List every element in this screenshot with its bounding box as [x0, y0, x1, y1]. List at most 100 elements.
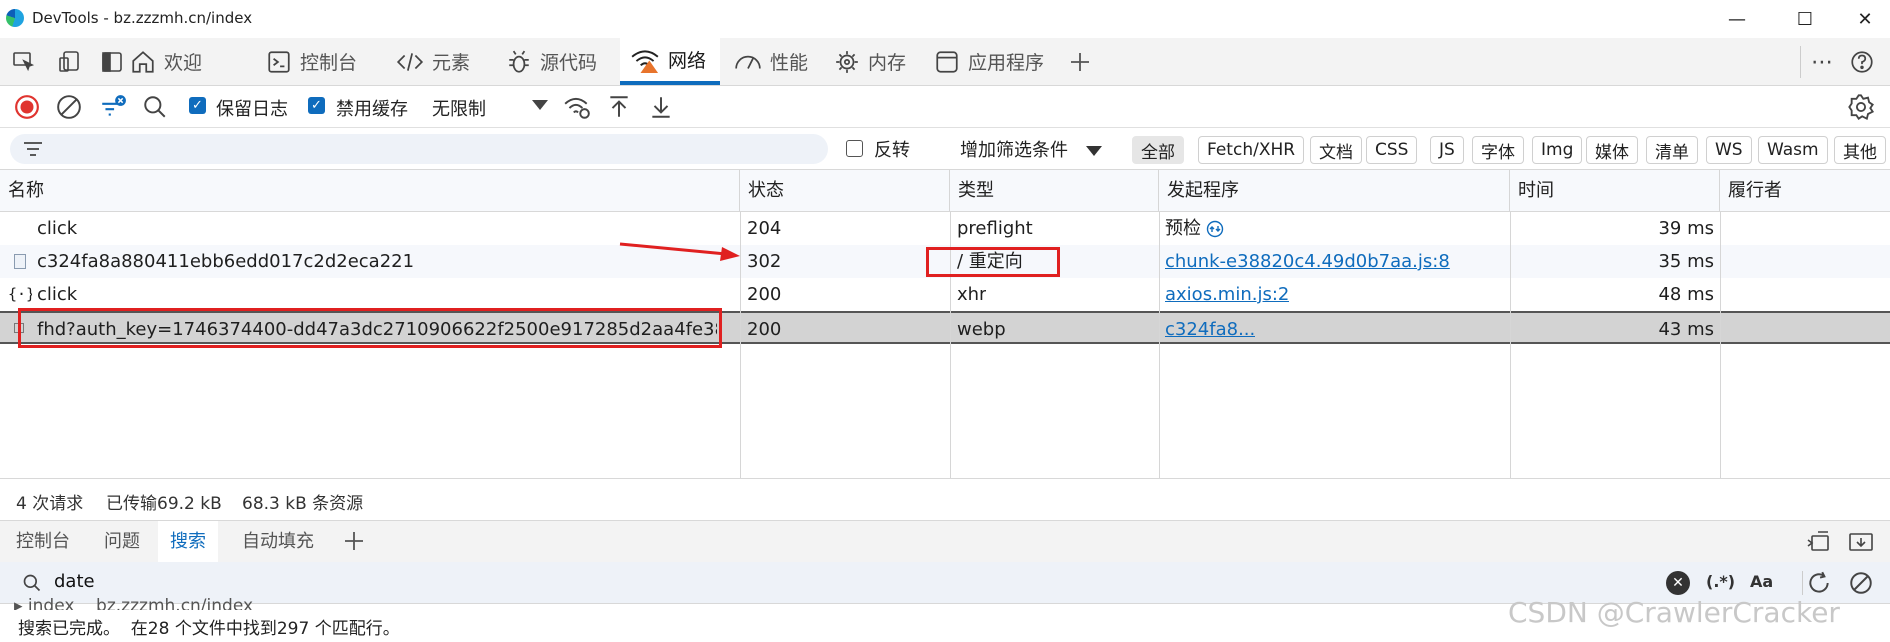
minimize-button[interactable]: —	[1712, 0, 1762, 38]
column-header-time[interactable]: 时间	[1510, 170, 1720, 211]
request-initiator-link[interactable]: axios.min.js:2	[1165, 278, 1289, 311]
drawer-tab-issues[interactable]: 问题	[92, 521, 152, 562]
search-status-text: 搜索已完成。 在28 个文件中找到297 个匹配行。	[18, 619, 400, 639]
more-options-icon[interactable]: ⋯	[1808, 48, 1836, 76]
type-pill-ws[interactable]: WS	[1706, 136, 1752, 164]
request-name: click	[37, 284, 78, 305]
record-icon[interactable]	[12, 92, 42, 122]
tab-sources[interactable]: 源代码	[496, 38, 607, 85]
throttle-select[interactable]: 无限制	[432, 95, 486, 121]
table-row[interactable]: click 204 preflight 预检 39 ms	[0, 212, 1890, 245]
search-input[interactable]: date	[54, 571, 95, 592]
add-filter-dropdown[interactable]: 增加筛选条件	[960, 136, 1068, 162]
tab-label: 应用程序	[968, 52, 1045, 74]
clear-results-icon[interactable]	[1848, 570, 1874, 600]
request-initiator-link[interactable]: chunk-e38820c4.49d0b7aa.js:8	[1165, 245, 1450, 278]
transferred-size: 已传输69.2 kB	[106, 494, 222, 514]
match-case-button[interactable]: Aa	[1750, 572, 1773, 591]
type-pill-js[interactable]: JS	[1430, 136, 1464, 164]
tab-application[interactable]: 应用程序	[924, 38, 1054, 85]
column-header-type[interactable]: 类型	[950, 170, 1159, 211]
column-header-name[interactable]: 名称	[0, 170, 740, 211]
column-header-status[interactable]: 状态	[740, 170, 950, 211]
request-time: 48 ms	[1658, 284, 1714, 305]
close-button[interactable]: ✕	[1840, 0, 1890, 38]
tab-performance[interactable]: 性能	[724, 38, 818, 85]
settings-gear-icon[interactable]	[1846, 92, 1876, 122]
type-pill-all[interactable]: 全部	[1132, 136, 1184, 164]
dock-drawer-icon[interactable]	[1806, 530, 1832, 558]
type-pill-img[interactable]: Img	[1532, 136, 1583, 164]
tab-console[interactable]: 控制台	[256, 38, 367, 85]
clear-icon[interactable]	[54, 92, 84, 122]
code-icon	[396, 52, 424, 71]
result-file-row[interactable]: ▸ index bz.zzzmh.cn/index	[14, 596, 253, 610]
type-pill-fetch-xhr[interactable]: Fetch/XHR	[1198, 136, 1305, 164]
document-icon	[14, 254, 26, 269]
request-status: 204	[747, 218, 782, 239]
type-pill-manifest[interactable]: 清单	[1646, 136, 1698, 164]
tab-label: 元素	[432, 52, 471, 74]
tab-label: 源代码	[540, 52, 598, 74]
filter-input[interactable]	[10, 134, 828, 164]
caret-down-icon[interactable]	[1086, 146, 1102, 156]
window-icon	[936, 50, 958, 73]
add-tab-icon[interactable]	[1066, 48, 1094, 76]
column-divider	[1159, 212, 1160, 478]
help-icon[interactable]	[1848, 48, 1876, 76]
window-title: DevTools - bz.zzzmh.cn/index	[32, 9, 253, 27]
tab-memory[interactable]: 内存	[824, 38, 916, 85]
inspect-icon[interactable]	[10, 48, 38, 76]
tab-elements[interactable]: 元素	[386, 38, 480, 85]
maximize-button[interactable]: ☐	[1780, 0, 1830, 38]
drawer-tab-search[interactable]: 搜索	[158, 521, 218, 562]
request-initiator-link[interactable]: c324fa8...	[1165, 313, 1255, 346]
tab-network[interactable]: 网络	[620, 38, 720, 85]
tab-label: 内存	[868, 52, 907, 74]
type-pill-media[interactable]: 媒体	[1586, 136, 1638, 164]
device-emulation-icon[interactable]	[56, 48, 84, 76]
resource-size: 68.3 kB 条资源	[242, 494, 364, 514]
network-conditions-icon[interactable]	[562, 92, 592, 122]
filter-row: 反转 增加筛选条件 全部 Fetch/XHR 文档 CSS JS 字体 Img …	[0, 128, 1890, 170]
export-har-icon[interactable]	[646, 92, 676, 122]
request-initiator: 预检	[1165, 218, 1201, 239]
type-pill-wasm[interactable]: Wasm	[1758, 136, 1828, 164]
preserve-log-checkbox[interactable]: ✓	[189, 97, 206, 114]
regex-toggle-button[interactable]: (.*)	[1706, 572, 1735, 591]
column-header-fulfilled-by[interactable]: 履行者	[1720, 170, 1890, 211]
add-drawer-tab-icon[interactable]	[342, 529, 366, 557]
type-pill-doc[interactable]: 文档	[1310, 136, 1362, 164]
annotation-arrow-icon	[619, 242, 740, 261]
import-har-icon[interactable]	[604, 92, 634, 122]
divider	[1802, 571, 1803, 595]
type-pill-font[interactable]: 字体	[1472, 136, 1524, 164]
clear-search-icon[interactable]: ✕	[1666, 571, 1690, 595]
edge-logo-icon	[6, 9, 24, 27]
drawer-tab-console[interactable]: 控制台	[4, 521, 82, 562]
request-status: 200	[747, 284, 782, 305]
tab-welcome[interactable]: 欢迎	[120, 38, 212, 85]
drawer-tab-autofill[interactable]: 自动填充	[230, 521, 326, 562]
invert-label: 反转	[874, 140, 910, 161]
search-icon[interactable]	[140, 92, 170, 122]
request-status: 200	[747, 319, 782, 340]
column-header-initiator[interactable]: 发起程序	[1159, 170, 1510, 211]
annotation-request-box	[18, 308, 722, 348]
blank-icon	[14, 212, 34, 245]
drawer-tab-bar: 控制台 问题 搜索 自动填充	[0, 520, 1890, 562]
console-icon	[268, 50, 290, 73]
type-pill-other[interactable]: 其他	[1834, 136, 1886, 164]
filter-clear-icon[interactable]	[98, 92, 128, 122]
type-pill-css[interactable]: CSS	[1366, 136, 1418, 164]
close-drawer-icon[interactable]	[1848, 530, 1874, 558]
invert-checkbox[interactable]	[846, 140, 863, 157]
column-divider	[1510, 212, 1511, 478]
table-row[interactable]: {·} click 200 xhr axios.min.js:2 48 ms	[0, 278, 1890, 311]
status-summary: 4 次请求 已传输69.2 kB 68.3 kB 条资源	[0, 478, 1890, 520]
network-toolbar: ✓ 保留日志 ✓ 禁用缓存 无限制	[0, 86, 1890, 128]
disable-cache-checkbox[interactable]: ✓	[308, 97, 325, 114]
request-time: 35 ms	[1658, 251, 1714, 272]
caret-down-icon[interactable]	[532, 100, 548, 110]
info-circle-icon[interactable]	[1206, 220, 1224, 238]
